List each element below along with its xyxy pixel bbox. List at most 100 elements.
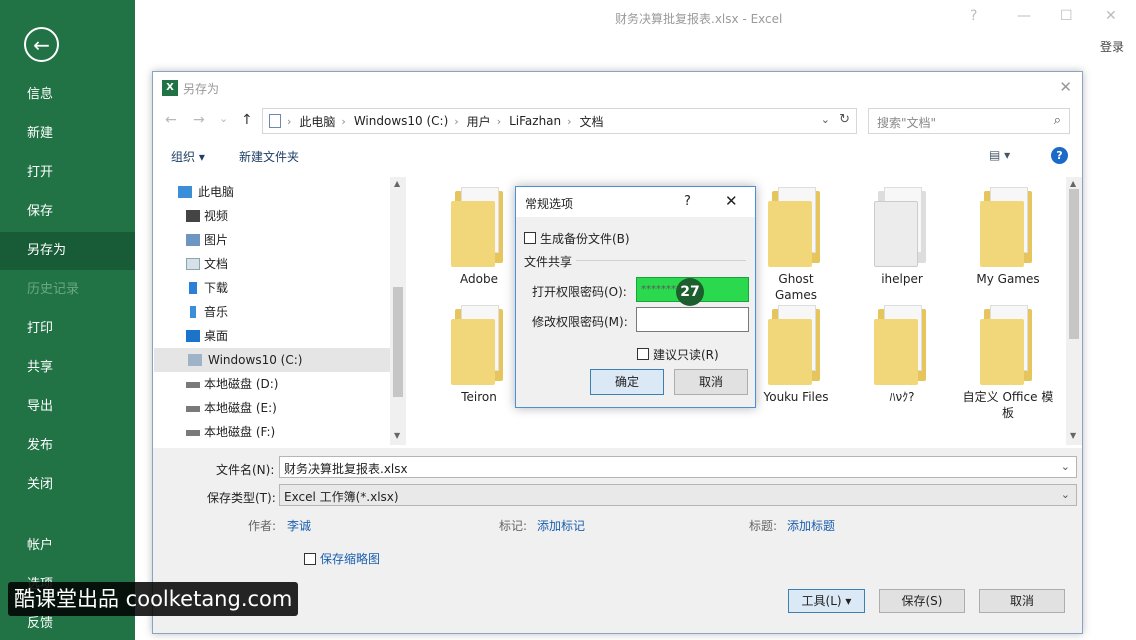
backup-label: 生成备份文件(B) (540, 232, 630, 246)
filename-input[interactable]: 财务决算批复报表.xlsx ⌄ (279, 456, 1077, 478)
folder-icon (874, 187, 930, 267)
tools-label: 工具(L) (801, 594, 842, 608)
folder-item[interactable]: Youku Files (756, 305, 836, 405)
modify-password-input[interactable] (636, 307, 749, 332)
tree-item-music[interactable]: 音乐 (154, 300, 390, 324)
close-icon[interactable]: ✕ (1105, 8, 1117, 24)
folder-label: 自定义 Office 模板 (962, 390, 1054, 420)
maximize-icon[interactable]: ☐ (1060, 8, 1073, 24)
folder-item[interactable]: ihelper (862, 187, 942, 287)
breadcrumb-item[interactable]: 文档 (580, 113, 604, 130)
tags-value[interactable]: 添加标记 (537, 517, 585, 534)
breadcrumb-item[interactable]: 此电脑 (299, 113, 335, 130)
scroll-up-icon[interactable]: ▲ (394, 179, 400, 188)
tree-item-desktop[interactable]: 桌面 (154, 324, 390, 348)
scroll-down-icon[interactable]: ▼ (1070, 431, 1076, 440)
folder-label: Teiron (461, 390, 497, 404)
title-value[interactable]: 添加标题 (787, 517, 835, 534)
scroll-down-icon[interactable]: ▼ (394, 431, 400, 440)
menu-share[interactable]: 共享 (0, 349, 135, 387)
minimize-icon[interactable]: — (1017, 8, 1031, 24)
folder-icon (451, 305, 507, 385)
organize-menu[interactable]: 组织 ▾ (171, 148, 205, 165)
forward-icon[interactable]: → (193, 112, 205, 128)
sign-in-link[interactable]: 登录 (1100, 38, 1124, 55)
picture-icon (186, 234, 200, 246)
address-bar[interactable]: › 此电脑 › Windows10 (C:) › 用户 › LiFazhan ›… (262, 108, 857, 134)
folder-item[interactable]: Adobe (439, 187, 519, 287)
search-input[interactable]: 搜索"文档" ⌕ (868, 108, 1070, 134)
file-list-scrollbar[interactable]: ▲ ▼ (1066, 177, 1082, 445)
menu-open[interactable]: 打开 (0, 154, 135, 192)
scrollbar-thumb[interactable] (393, 287, 403, 397)
readonly-checkbox[interactable] (637, 348, 649, 360)
menu-info[interactable]: 信息 (0, 76, 135, 114)
folder-icon (980, 187, 1036, 267)
folder-item[interactable]: My Games (968, 187, 1048, 287)
new-folder-button[interactable]: 新建文件夹 (239, 148, 299, 165)
tree-item-label: 文档 (204, 257, 229, 271)
tree-item-this-pc[interactable]: 此电脑 (154, 180, 390, 204)
close-icon[interactable]: ✕ (1059, 78, 1072, 96)
folder-icon (451, 187, 507, 267)
readonly-label: 建议只读(R) (653, 348, 719, 362)
author-value[interactable]: 李诚 (287, 517, 311, 534)
scrollbar-thumb[interactable] (1069, 189, 1079, 339)
thumbnail-checkbox[interactable] (304, 553, 316, 565)
up-icon[interactable]: ↑ (241, 112, 253, 128)
tree-item-f-drive[interactable]: 本地磁盘 (F:) (154, 420, 390, 444)
tree-scrollbar[interactable]: ▲ ▼ (390, 177, 406, 445)
divider (576, 260, 746, 261)
folder-item[interactable]: ﾊνｸ? (862, 305, 942, 405)
tree-item-c-drive[interactable]: Windows10 (C:) (154, 348, 390, 372)
recent-dropdown-icon[interactable]: ⌄ (219, 112, 228, 125)
ok-button[interactable]: 确定 (590, 369, 664, 395)
menu-publish[interactable]: 发布 (0, 427, 135, 465)
menu-print[interactable]: 打印 (0, 310, 135, 348)
chevron-down-icon[interactable]: ⌄ (821, 113, 830, 126)
video-icon (186, 210, 200, 222)
menu-save-as[interactable]: 另存为 (0, 232, 135, 270)
window-title: 财务决算批复报表.xlsx - Excel (615, 12, 783, 26)
close-icon[interactable]: ✕ (725, 192, 738, 210)
scroll-up-icon[interactable]: ▲ (1070, 179, 1076, 188)
back-arrow-icon[interactable]: ← (24, 27, 59, 62)
tree-item-videos[interactable]: 视频 (154, 204, 390, 228)
view-options-icon[interactable]: ▤ ▾ (989, 148, 1010, 162)
menu-new[interactable]: 新建 (0, 115, 135, 153)
tree-item-pictures[interactable]: 图片 (154, 228, 390, 252)
title-label: 标题: (749, 519, 778, 533)
backup-checkbox[interactable] (524, 232, 536, 244)
menu-export[interactable]: 导出 (0, 388, 135, 426)
folder-item[interactable]: Ghost Games (756, 187, 836, 303)
breadcrumb-item[interactable]: Windows10 (C:) (354, 114, 448, 128)
refresh-icon[interactable]: ↻ (839, 112, 850, 127)
tree-item-documents[interactable]: 文档 (154, 252, 390, 276)
tree-item-e-drive[interactable]: 本地磁盘 (E:) (154, 396, 390, 420)
save-button[interactable]: 保存(S) (879, 589, 965, 613)
help-icon[interactable]: ? (1051, 147, 1068, 164)
tree-item-label: 桌面 (204, 329, 229, 343)
chevron-right-icon: › (341, 114, 346, 128)
cancel-button[interactable]: 取消 (674, 369, 748, 395)
help-icon[interactable]: ? (684, 194, 691, 209)
cancel-button[interactable]: 取消 (979, 589, 1065, 613)
tree-item-d-drive[interactable]: 本地磁盘 (D:) (154, 372, 390, 396)
tree-item-downloads[interactable]: 下载 (154, 276, 390, 300)
help-icon[interactable]: ? (970, 8, 977, 24)
drive-icon (186, 430, 200, 436)
breadcrumb-item[interactable]: LiFazhan (509, 114, 561, 128)
folder-item[interactable]: Teiron (439, 305, 519, 405)
tools-button[interactable]: 工具(L) ▾ (788, 589, 865, 613)
drive-icon (186, 406, 200, 412)
menu-save[interactable]: 保存 (0, 193, 135, 231)
folder-item[interactable]: 自定义 Office 模板 (961, 305, 1055, 421)
tree-item-label: 此电脑 (198, 185, 235, 199)
menu-close[interactable]: 关闭 (0, 466, 135, 504)
menu-account[interactable]: 帐户 (0, 527, 135, 565)
search-icon: ⌕ (1053, 113, 1061, 128)
breadcrumb-item[interactable]: 用户 (467, 113, 491, 130)
back-icon[interactable]: ← (165, 112, 177, 128)
chevron-down-icon[interactable]: ⌄ (1061, 460, 1070, 473)
filetype-select[interactable]: Excel 工作簿(*.xlsx) ⌄ (279, 484, 1077, 506)
